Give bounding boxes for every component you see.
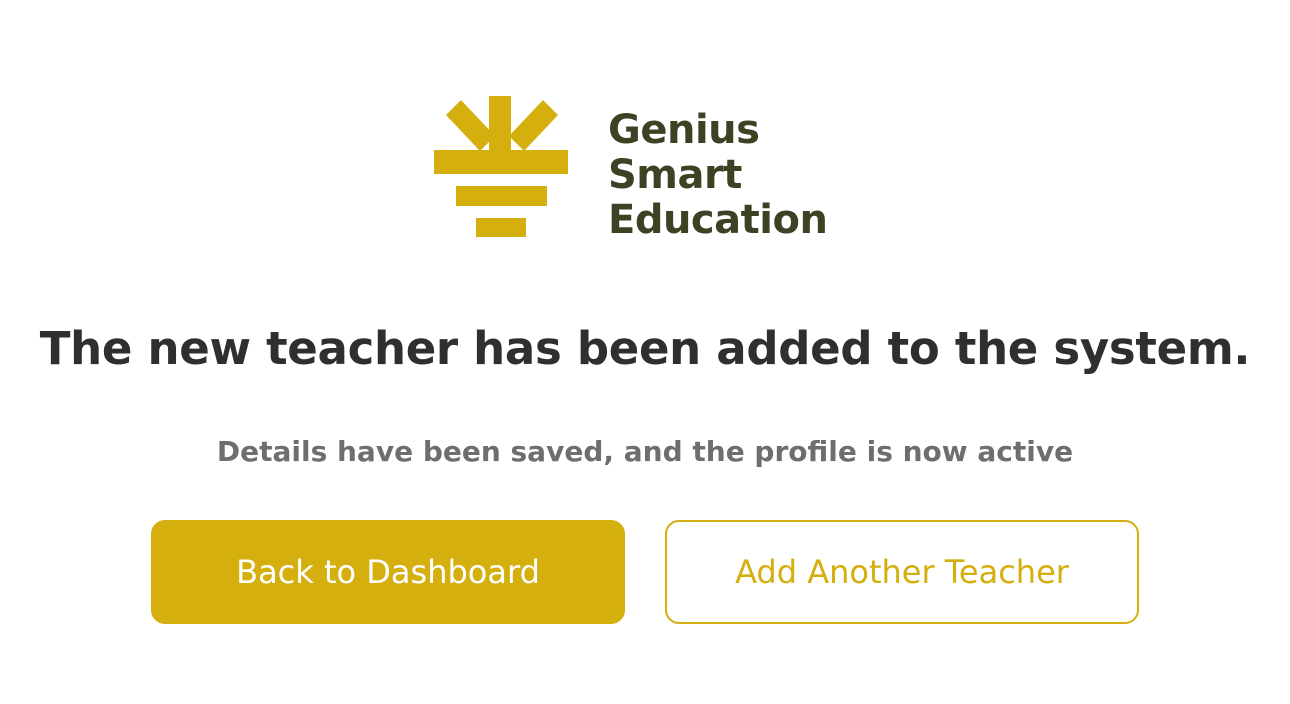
brand-name-line-1: Genius [608, 107, 760, 153]
sunrise-lamp-icon [434, 96, 568, 237]
back-to-dashboard-button[interactable]: Back to Dashboard [151, 520, 625, 624]
brand-name-line-3: Education [608, 197, 828, 243]
brand-name-line-2: Smart [608, 152, 742, 198]
confirmation-subline: Details have been saved, and the profile… [216, 435, 1074, 468]
add-another-teacher-button[interactable]: Add Another Teacher [665, 520, 1139, 624]
confirmation-headline: The new teacher has been added to the sy… [39, 322, 1251, 375]
brand-logo: Genius Smart Education [432, 92, 872, 252]
confirmation-page: Genius Smart Education The new teacher h… [0, 0, 1290, 704]
brand-name: Genius Smart Education [608, 107, 828, 243]
